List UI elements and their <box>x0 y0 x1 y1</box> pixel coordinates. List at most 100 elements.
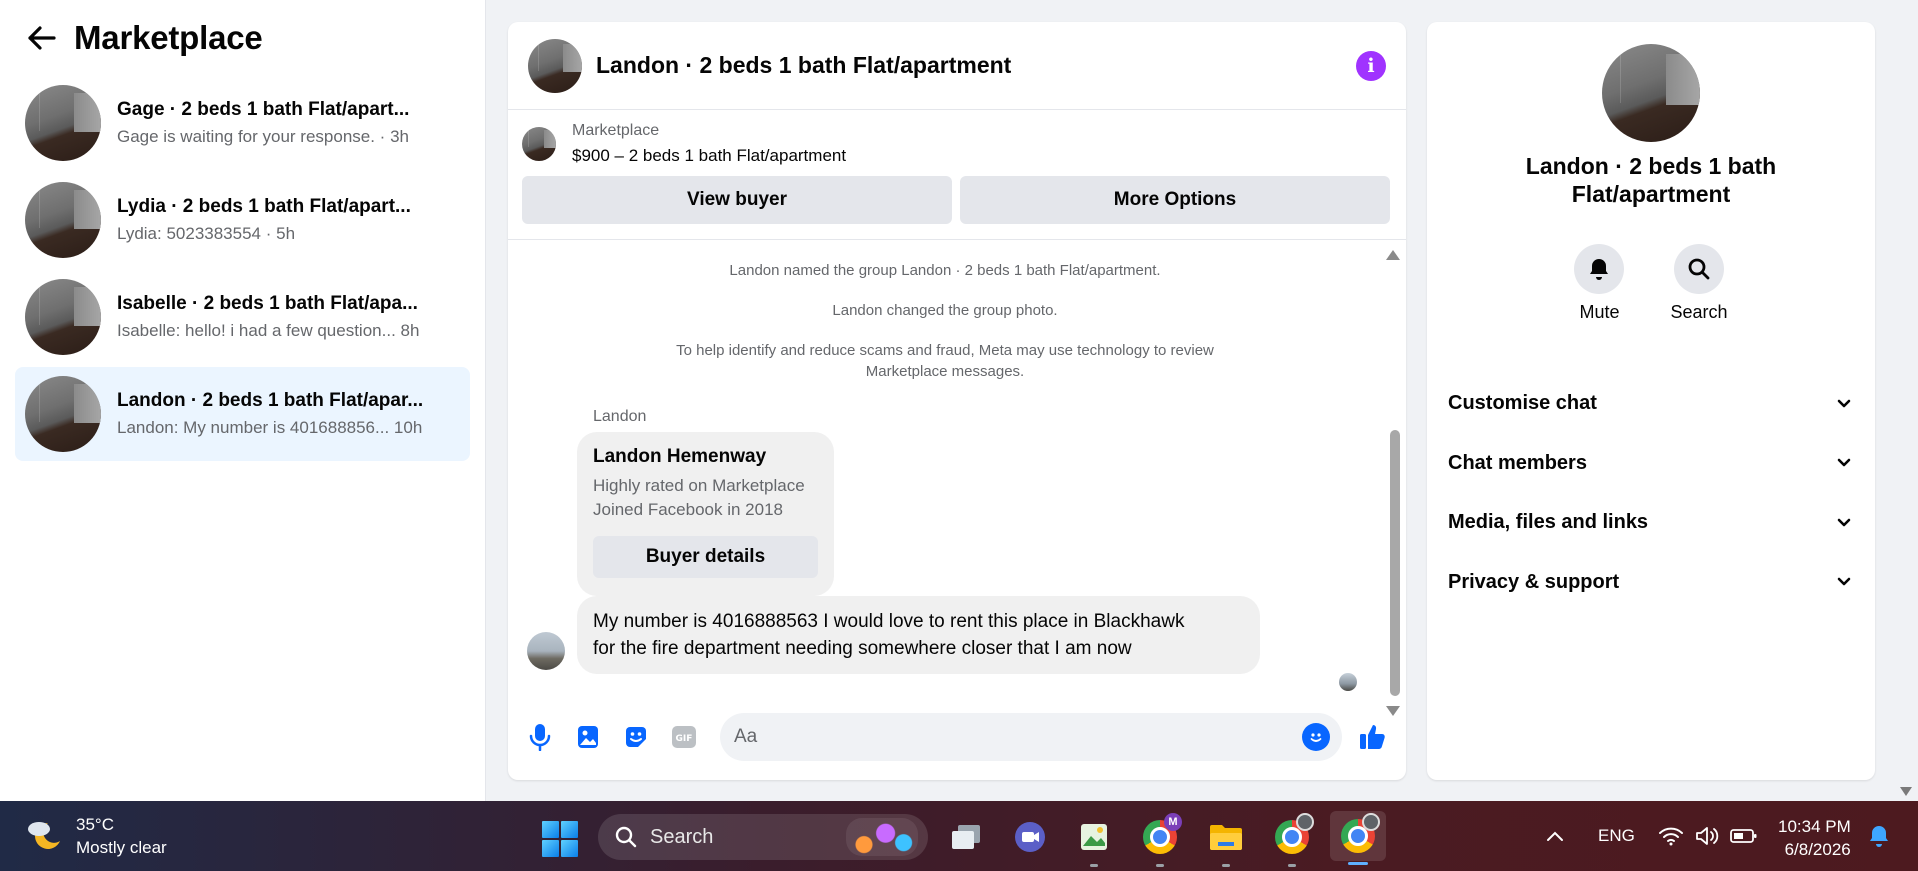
scroll-thumb[interactable] <box>1390 430 1400 696</box>
gif-icon[interactable]: GIF <box>668 721 700 753</box>
details-title: Landon · 2 beds 1 bath Flat/apartment <box>1427 152 1875 208</box>
meet-app-icon[interactable] <box>1010 817 1050 857</box>
microphone-icon[interactable] <box>524 721 556 753</box>
chevron-down-icon <box>1837 399 1851 408</box>
back-button[interactable] <box>24 20 60 56</box>
view-buyer-button[interactable]: View buyer <box>522 176 952 224</box>
windows-start-button[interactable] <box>542 821 578 857</box>
start-tile <box>561 840 578 857</box>
conversation-avatar <box>25 279 101 355</box>
section-chat-members[interactable]: Chat members <box>1427 434 1875 494</box>
file-explorer-icon[interactable] <box>1206 817 1246 867</box>
listing-info[interactable]: Marketplace $900 – 2 beds 1 bath Flat/ap… <box>522 122 1390 166</box>
chat-title[interactable]: Landon · 2 beds 1 bath Flat/apartment <box>596 52 1356 79</box>
chat-panel: Landon · 2 beds 1 bath Flat/apartment i … <box>508 22 1406 780</box>
sidebar-header: Marketplace <box>0 0 485 76</box>
system-message: Marketplace messages. <box>865 363 1025 380</box>
emoji-icon[interactable] <box>1302 723 1330 751</box>
mute-button[interactable]: Mute <box>1574 244 1625 323</box>
message-bubble[interactable]: My number is 4016888563 I would love to … <box>577 596 1260 674</box>
search-highlight-art <box>846 818 918 856</box>
running-indicator <box>1090 864 1098 867</box>
buyer-details-button[interactable]: Buyer details <box>593 536 818 578</box>
chat-header: Landon · 2 beds 1 bath Flat/apartment i <box>508 22 1406 110</box>
start-tile <box>561 821 578 838</box>
photo-icon[interactable] <box>572 721 604 753</box>
scroll-up-arrow-icon[interactable] <box>1386 250 1400 260</box>
taskbar-clock[interactable]: 10:34 PM 6/8/2026 <box>1778 815 1851 861</box>
clock-date: 6/8/2026 <box>1784 840 1851 859</box>
conversation-item-lydia[interactable]: Lydia · 2 beds 1 bath Flat/apart... Lydi… <box>15 173 470 267</box>
conversation-text: Landon · 2 beds 1 bath Flat/apar... Land… <box>117 390 423 438</box>
language-indicator[interactable]: ENG <box>1598 801 1635 871</box>
running-indicator <box>1348 862 1368 865</box>
taskbar-search-label: Search <box>650 825 714 848</box>
weather-temperature: 35°C <box>76 815 114 834</box>
conversation-item-isabelle[interactable]: Isabelle · 2 beds 1 bath Flat/apa... Isa… <box>15 270 470 364</box>
start-tile <box>542 840 559 857</box>
details-avatar[interactable] <box>1602 44 1700 142</box>
message-list: Landon named the group Landon · 2 beds 1… <box>508 240 1406 716</box>
message-composer: GIF <box>508 694 1406 780</box>
conversation-avatar <box>25 376 101 452</box>
listing-source: Marketplace <box>572 122 660 139</box>
buyer-name: Landon Hemenway <box>593 446 767 467</box>
conversation-text: Gage · 2 beds 1 bath Flat/apart... Gage … <box>117 99 409 147</box>
system-message: Landon changed the group photo. <box>832 302 1058 319</box>
bell-icon <box>1574 244 1625 294</box>
seen-indicator-avatar <box>1339 673 1357 691</box>
listing-meta: Marketplace $900 – 2 beds 1 bath Flat/ap… <box>572 122 846 166</box>
more-options-button[interactable]: More Options <box>960 176 1390 224</box>
section-customise-chat[interactable]: Customise chat <box>1427 374 1875 434</box>
sender-avatar[interactable] <box>527 632 565 670</box>
conversation-preview: Gage is waiting for your response. · 3h <box>117 127 409 146</box>
message-input-wrapper <box>720 713 1342 761</box>
chrome-active-icon[interactable] <box>1330 811 1386 865</box>
conversation-sidebar: Marketplace Gage · 2 beds 1 bath Flat/ap… <box>0 0 486 801</box>
system-message: To help identify and reduce scams and fr… <box>676 342 1214 359</box>
page-scroll-down-arrow-icon[interactable] <box>1900 787 1912 796</box>
profile-badge-m: M <box>1164 813 1182 831</box>
system-tray-icons[interactable] <box>1658 801 1758 871</box>
section-label: Chat members <box>1448 451 1587 474</box>
info-icon[interactable]: i <box>1356 50 1386 81</box>
chrome-profile-2-icon[interactable] <box>1272 813 1314 867</box>
chat-avatar[interactable] <box>528 38 582 93</box>
battery-icon <box>1730 829 1757 843</box>
clock-time: 10:34 PM <box>1778 817 1851 836</box>
section-privacy-support[interactable]: Privacy & support <box>1427 553 1875 613</box>
details-title-line: Flat/apartment <box>1571 181 1731 207</box>
chrome-profile-m-icon[interactable]: M <box>1140 813 1182 867</box>
weather-widget[interactable]: 35°C Mostly clear <box>24 813 167 859</box>
conversation-list: Gage · 2 beds 1 bath Flat/apart... Gage … <box>0 76 485 461</box>
task-view-icon[interactable] <box>946 817 986 857</box>
buyer-rating: Highly rated on Marketplace <box>593 476 805 495</box>
svg-text:GIF: GIF <box>676 734 693 744</box>
search-button[interactable]: Search <box>1670 244 1728 323</box>
thumbs-up-icon[interactable] <box>1356 720 1390 754</box>
running-indicator <box>1288 864 1296 867</box>
conversation-name: Lydia · 2 beds 1 bath Flat/apart... <box>117 196 411 217</box>
taskbar-search[interactable]: Search <box>598 814 928 860</box>
conversation-item-landon[interactable]: Landon · 2 beds 1 bath Flat/apar... Land… <box>15 367 470 461</box>
search-icon <box>615 826 637 848</box>
section-label: Media, files and links <box>1448 511 1649 534</box>
section-label: Customise chat <box>1448 392 1597 415</box>
section-media-files-links[interactable]: Media, files and links <box>1427 493 1875 553</box>
conversation-text: Isabelle · 2 beds 1 bath Flat/apa... Isa… <box>117 293 419 341</box>
show-hidden-icons-button[interactable] <box>1546 801 1564 871</box>
section-label: Privacy & support <box>1448 570 1620 593</box>
conversation-name: Gage · 2 beds 1 bath Flat/apart... <box>117 99 410 120</box>
message-input[interactable] <box>734 726 1302 748</box>
conversation-item-gage[interactable]: Gage · 2 beds 1 bath Flat/apart... Gage … <box>15 76 470 170</box>
chevron-down-icon <box>1837 577 1851 586</box>
mute-label: Mute <box>1579 302 1620 322</box>
conversation-avatar <box>25 182 101 258</box>
notifications-button[interactable] <box>1868 801 1890 871</box>
buyer-card: Landon Hemenway Highly rated on Marketpl… <box>577 432 834 596</box>
running-indicator <box>1222 864 1230 867</box>
conversation-preview: Landon: My number is 401688856... 10h <box>117 418 423 437</box>
message-scrollbar[interactable] <box>1382 240 1406 716</box>
sticker-icon[interactable] <box>620 721 652 753</box>
photo-editor-app-icon[interactable] <box>1074 817 1114 867</box>
